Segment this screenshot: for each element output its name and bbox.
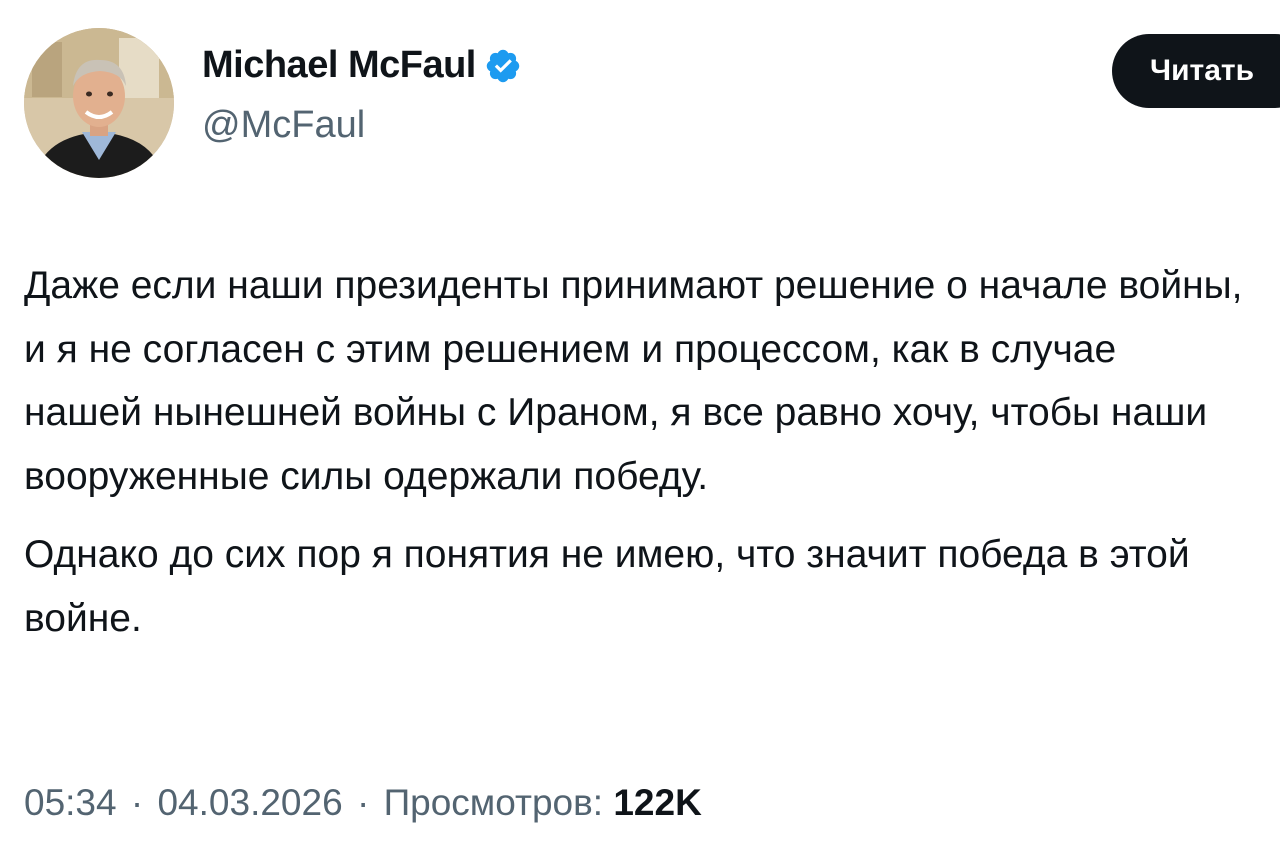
avatar-image [24,28,174,178]
tweet-text: Даже если наши президенты принимают реше… [24,254,1244,650]
meta-separator: · [356,782,370,823]
author-display-name[interactable]: Michael McFaul [202,44,476,87]
tweet-paragraph: Даже если наши президенты принимают реше… [24,264,1243,498]
tweet-meta: 05:34 · 04.03.2026 · Просмотров: 122K [24,782,702,824]
follow-button[interactable]: Читать [1112,34,1280,108]
author-handle[interactable]: @McFaul [202,104,365,147]
tweet-time[interactable]: 05:34 [24,782,117,823]
author-name-row: Michael McFaul [202,44,522,87]
views-count: 122K [613,782,702,823]
author-avatar[interactable] [24,28,174,178]
tweet-header: Michael McFaul @McFaul Читать [0,0,1280,200]
views-label: Просмотров: [383,782,604,823]
tweet-paragraph: Однако до сих пор я понятия не имею, что… [24,533,1190,640]
verified-badge-icon[interactable] [484,47,522,85]
tweet-date[interactable]: 04.03.2026 [157,782,342,823]
meta-separator: · [130,782,144,823]
